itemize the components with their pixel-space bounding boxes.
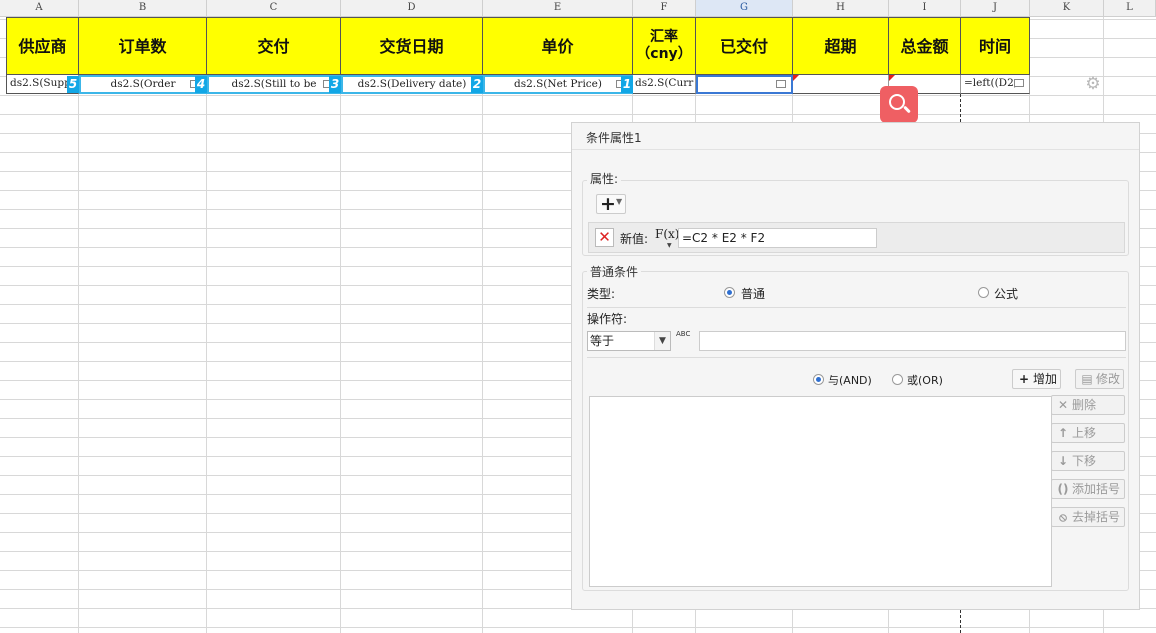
type-formula-label[interactable]: 公式 [994,285,1018,302]
calendar-icon[interactable] [1014,79,1024,87]
gear-icon[interactable]: ⚙ [1084,75,1102,93]
data-cell-d2[interactable]: ds2.S(Delivery date) [341,75,483,94]
arrow-up-icon: ↑ [1057,426,1069,440]
grid-line [206,17,207,633]
grid-line [340,17,341,633]
remove-bracket-button[interactable]: ⦸ 去掉括号 [1051,507,1125,527]
header-cell-supplier[interactable]: 供应商 [6,17,79,75]
column-header-g[interactable]: G [696,0,793,17]
attribute-label: 属性: [587,170,622,187]
grid-line [78,17,79,633]
divider [587,357,1126,358]
search-button[interactable] [880,86,918,123]
grid-line [482,17,483,633]
condition-list[interactable] [589,396,1052,587]
bracket-icon: () [1057,482,1069,496]
delete-condition-label: 删除 [1072,398,1097,412]
column-header-e[interactable]: E [483,0,633,17]
formula-icon[interactable]: F(x) [655,227,679,241]
remove-bracket-label: 去掉括号 [1072,510,1121,524]
data-cell-e2[interactable]: ds2.S(Net Price) [483,75,633,94]
add-bracket-button[interactable]: () 添加括号 [1051,479,1125,499]
operator-select[interactable]: 等于 ▼ [587,331,671,351]
modify-condition-label: 修改 [1096,372,1121,386]
logic-and-radio[interactable] [813,374,824,385]
column-header-j[interactable]: J [961,0,1030,17]
column-header-b[interactable]: B [79,0,207,17]
binding-badge-3: 3 [329,76,341,93]
delete-condition-button[interactable]: ✕ 删除 [1051,395,1125,415]
type-formula-radio[interactable] [978,287,989,298]
plus-icon: + [600,193,616,215]
divider [587,307,1126,308]
move-down-label: 下移 [1072,454,1097,468]
condition-value-input[interactable] [699,331,1126,351]
new-value-label: 新值: [620,232,649,246]
column-header-h[interactable]: H [793,0,889,17]
header-cell-delivery[interactable]: 交付 [207,17,341,75]
condition-attribute-panel: 条件属性1 属性: + ▼ ✕ 新值: F(x) ▼ =C2 * E2 * F2… [571,122,1140,610]
column-header-i[interactable]: I [889,0,961,17]
value-type-icon[interactable]: ABC [676,330,694,350]
common-condition-label: 普通条件 [587,263,642,280]
arrow-down-icon: ↓ [1057,454,1069,468]
plus-icon: + [1018,372,1030,386]
logic-or-label[interactable]: 或(OR) [907,372,943,388]
panel-divider [572,149,1139,150]
header-cell-unit-price[interactable]: 单价 [483,17,633,75]
move-up-label: 上移 [1072,426,1097,440]
data-cell-c2[interactable]: ds2.S(Still to be [207,75,341,94]
remove-bracket-icon: ⦸ [1059,510,1067,524]
comment-marker [889,75,895,81]
chevron-down-icon: ▼ [667,242,672,249]
column-header-d[interactable]: D [341,0,483,17]
type-normal-label[interactable]: 普通 [741,285,765,302]
search-icon-handle [903,105,911,114]
column-header-l[interactable]: L [1104,0,1156,17]
logic-or-radio[interactable] [892,374,903,385]
data-cell-f2[interactable]: ds2.S(Curr [633,75,696,94]
delete-property-button[interactable]: ✕ [595,228,614,247]
add-condition-button[interactable]: + 增加 [1012,369,1061,389]
header-cell-exchange-rate[interactable]: 汇率 （cny） [633,17,696,75]
add-bracket-label: 添加括号 [1072,482,1121,496]
header-cell-time[interactable]: 时间 [961,17,1030,75]
type-label: 类型: [587,287,616,301]
binding-badge-1: 1 [621,76,633,93]
add-attribute-button[interactable]: + ▼ [596,194,626,214]
operator-label: 操作符: [587,312,628,326]
operator-value: 等于 [590,334,615,348]
chevron-down-icon: ▼ [654,332,670,350]
column-header-f[interactable]: F [633,0,696,17]
property-row: ✕ 新值: F(x) ▼ =C2 * E2 * F2 [588,222,1125,253]
panel-title: 条件属性1 [586,131,642,145]
modify-condition-button[interactable]: ▤ 修改 [1075,369,1124,389]
comment-marker [793,75,799,81]
header-cell-overdue[interactable]: 超期 [793,17,889,75]
binding-badge-5: 5 [67,76,79,93]
binding-badge-2: 2 [471,76,483,93]
column-header-c[interactable]: C [207,0,341,17]
chevron-down-icon: ▼ [616,197,623,206]
header-cell-total-amount[interactable]: 总金额 [889,17,961,75]
add-condition-label: 增加 [1033,372,1058,386]
binding-badge-4: 4 [195,76,207,93]
formula-input[interactable]: =C2 * E2 * F2 [678,228,877,248]
edit-icon: ▤ [1081,372,1093,386]
close-icon: ✕ [1057,398,1069,412]
data-cell-b2[interactable]: ds2.S(Order [79,75,207,94]
header-cell-order-qty[interactable]: 订单数 [79,17,207,75]
logic-and-label[interactable]: 与(AND) [828,372,872,388]
type-normal-radio[interactable] [724,287,735,298]
move-up-button[interactable]: ↑ 上移 [1051,423,1125,443]
column-header-k[interactable]: K [1030,0,1104,17]
move-down-button[interactable]: ↓ 下移 [1051,451,1125,471]
column-header-a[interactable]: A [0,0,79,17]
data-cell-h2[interactable] [793,75,889,94]
cell-expand-icon[interactable] [776,80,786,88]
header-cell-delivery-date[interactable]: 交货日期 [341,17,483,75]
header-cell-delivered[interactable]: 已交付 [696,17,793,75]
